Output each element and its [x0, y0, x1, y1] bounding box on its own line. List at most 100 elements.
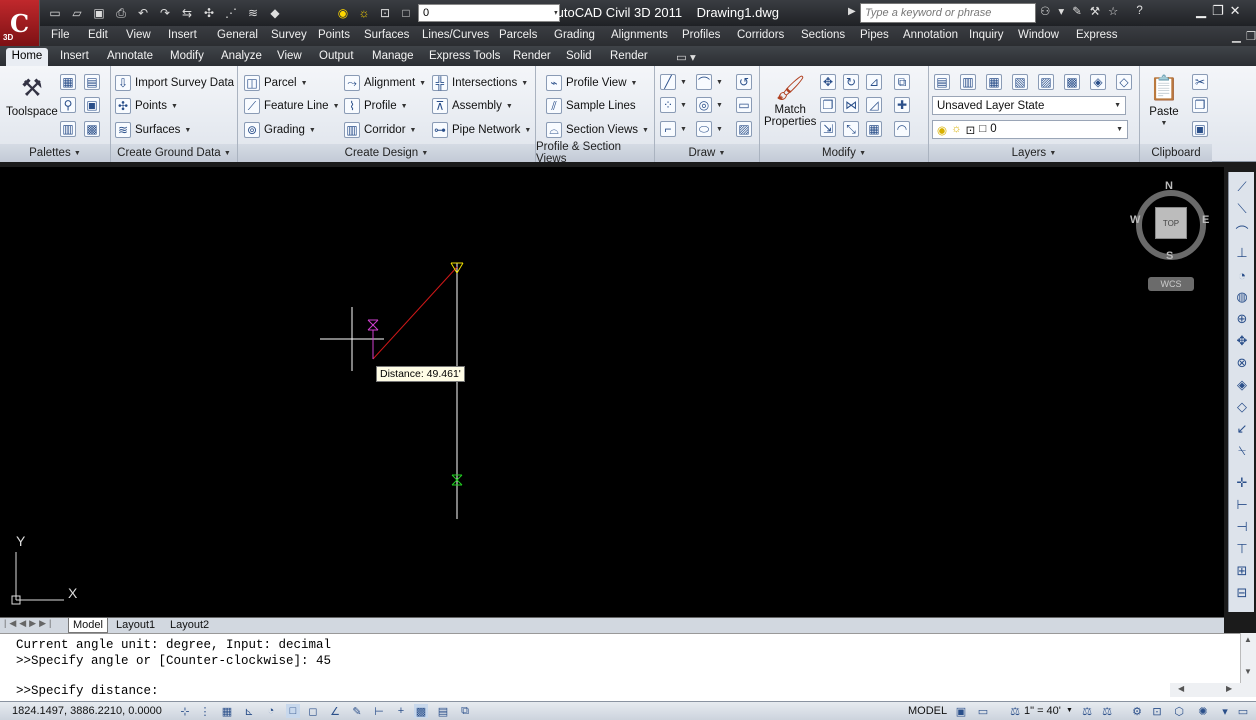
- caret-icon[interactable]: ▾: [1058, 4, 1064, 18]
- tab-layout1[interactable]: Layout1: [112, 618, 159, 633]
- scroll-left-icon[interactable]: ◀: [1178, 684, 1184, 693]
- polar-icon[interactable]: ◔: [264, 704, 278, 718]
- otrack-icon[interactable]: ∠: [328, 704, 342, 718]
- scale-icon[interactable]: ⤡: [843, 121, 859, 137]
- binoculars-icon[interactable]: ⚇: [1040, 4, 1050, 18]
- tab-render-2[interactable]: Render: [610, 48, 648, 66]
- menu-alignments[interactable]: Alignments: [611, 29, 668, 41]
- toolbox-icon[interactable]: ▣: [84, 97, 100, 113]
- color-square-icon[interactable]: □: [397, 4, 415, 22]
- viewcube[interactable]: N S E W TOP WCS: [1128, 180, 1214, 300]
- menu-sections[interactable]: Sections: [801, 29, 845, 41]
- dim-edit-icon[interactable]: ⊞: [1233, 562, 1251, 580]
- transparency-icon[interactable]: ▩: [414, 704, 428, 718]
- steering-wheel-icon[interactable]: ⊕: [1233, 310, 1251, 328]
- panel-modify[interactable]: Modify ▼: [760, 144, 928, 162]
- redo-icon[interactable]: ↷: [156, 4, 174, 22]
- menu-points[interactable]: Points: [318, 29, 350, 41]
- toolspace-button[interactable]: ⚒ Toolspace: [6, 72, 58, 119]
- dyn-icon[interactable]: ⊢: [372, 704, 386, 718]
- 3d-osnap-icon[interactable]: ◻: [306, 704, 320, 718]
- survey-palette-icon[interactable]: ⚲: [60, 97, 76, 113]
- hatch-tool[interactable]: ▨: [736, 121, 752, 137]
- tab-render[interactable]: Render: [513, 48, 551, 66]
- menu-inquiry[interactable]: Inquiry: [969, 29, 1004, 41]
- ducs-icon[interactable]: ✎: [350, 704, 364, 718]
- dimension-icon[interactable]: ⟋: [1233, 178, 1251, 196]
- sample-lines-button[interactable]: ⫽ Sample Lines: [546, 98, 636, 114]
- panel-palettes[interactable]: Palettes ▼: [0, 144, 110, 162]
- menu-restore-icon[interactable]: ❐: [1246, 29, 1256, 43]
- scroll-up-icon[interactable]: ▲: [1244, 635, 1252, 644]
- layer-walk-icon[interactable]: ◈: [1090, 74, 1106, 90]
- menu-file[interactable]: File: [51, 29, 70, 41]
- ortho-icon[interactable]: ⊾: [242, 704, 256, 718]
- tab-nav-arrows-icon[interactable]: |◀◀▶▶|: [4, 618, 54, 629]
- offset-icon[interactable]: ◠: [894, 121, 910, 137]
- import-survey-data-button[interactable]: ⇩ Import Survey Data: [115, 75, 234, 91]
- menu-corridors[interactable]: Corridors: [737, 29, 784, 41]
- quick-view-layouts-icon[interactable]: ▣: [954, 704, 968, 718]
- restore-icon[interactable]: ❐: [1212, 3, 1224, 19]
- menu-grading[interactable]: Grading: [554, 29, 595, 41]
- layer-combo[interactable]: 0 ▼: [418, 4, 560, 22]
- menu-annotation[interactable]: Annotation: [903, 29, 958, 41]
- toolbar-lock-icon[interactable]: ⊡: [1150, 704, 1164, 718]
- rotate-icon[interactable]: ↻: [843, 74, 859, 90]
- tool-palette-icon[interactable]: ▩: [84, 121, 100, 137]
- wcs-menu[interactable]: WCS: [1148, 277, 1194, 291]
- move-icon[interactable]: ✥: [820, 74, 836, 90]
- search-input[interactable]: Type a keyword or phrase: [860, 3, 1036, 23]
- grid-display-icon[interactable]: ⋮: [198, 704, 212, 718]
- tab-manage[interactable]: Manage: [372, 48, 414, 66]
- menu-pipes[interactable]: Pipes: [860, 29, 889, 41]
- parcel-button[interactable]: ◫ Parcel ▼: [244, 75, 308, 91]
- mirror-icon[interactable]: ⋈: [843, 97, 859, 113]
- minimize-icon[interactable]: ▁: [1196, 3, 1206, 19]
- layer-combo-ribbon[interactable]: ◉ ☼ ⊡ □ 0 ▼: [932, 120, 1128, 139]
- coordinates-readout[interactable]: 1824.1497, 3886.2210, 0.0000: [12, 705, 162, 717]
- status-menu-icon[interactable]: ▾: [1218, 704, 1232, 718]
- hardware-acceleration-icon[interactable]: ⬡: [1172, 704, 1186, 718]
- chevron-down-icon[interactable]: ▼: [1066, 707, 1073, 714]
- scroll-down-icon[interactable]: ▼: [1244, 667, 1252, 676]
- command-line[interactable]: Current angle unit: degree, Input: decim…: [0, 633, 1256, 701]
- pan-icon[interactable]: ✥: [1233, 332, 1251, 350]
- menu-general[interactable]: General: [217, 29, 258, 41]
- panel-create-design[interactable]: Create Design ▼: [238, 144, 535, 162]
- prospector-icon[interactable]: ▦: [60, 74, 76, 90]
- profile-view-button[interactable]: ⌁ Profile View ▼: [546, 75, 637, 91]
- command-scrollbar[interactable]: ▲ ▼: [1240, 633, 1256, 683]
- dim-style-icon[interactable]: ⊟: [1233, 584, 1251, 602]
- tab-express-tools[interactable]: Express Tools: [429, 48, 500, 66]
- compass-n[interactable]: N: [1165, 180, 1173, 192]
- panel-clipboard[interactable]: Clipboard: [1140, 144, 1212, 162]
- wrench-icon[interactable]: ✎: [1072, 4, 1082, 18]
- baseline-icon[interactable]: ⊢: [1233, 496, 1251, 514]
- radius-icon[interactable]: ◔: [1233, 266, 1251, 284]
- tab-insert[interactable]: Insert: [60, 48, 89, 66]
- pipe-network-button[interactable]: ⊶ Pipe Network ▼: [432, 122, 531, 138]
- feature-line-button[interactable]: ⟋ Feature Line ▼: [244, 98, 340, 114]
- tab-solid[interactable]: Solid: [566, 48, 592, 66]
- panel-profile-section-views[interactable]: Profile & Section Views: [536, 141, 654, 165]
- lwt-icon[interactable]: +: [394, 704, 408, 718]
- circle-tool[interactable]: ◎ ▼: [696, 97, 723, 113]
- layer-properties-icon[interactable]: ▤: [934, 74, 950, 90]
- properties-icon[interactable]: ▥: [60, 121, 76, 137]
- fillet-icon[interactable]: ◿: [866, 97, 882, 113]
- trim-icon[interactable]: ⊿: [866, 74, 882, 90]
- showmotion-icon[interactable]: ◇: [1233, 398, 1251, 416]
- quick-properties-icon[interactable]: ▤: [436, 704, 450, 718]
- ellipse-tool[interactable]: ⬭ ▼: [696, 121, 723, 137]
- new-icon[interactable]: ▭: [46, 4, 64, 22]
- surfaces-button[interactable]: ≋ Surfaces ▼: [115, 122, 191, 138]
- compass-s[interactable]: S: [1166, 250, 1173, 262]
- surface-icon[interactable]: ≋: [244, 4, 262, 22]
- profile-button[interactable]: ⌇ Profile ▼: [344, 98, 408, 114]
- panel-draw[interactable]: Draw ▼: [655, 144, 759, 162]
- workspace-icon[interactable]: ⚙: [1130, 704, 1144, 718]
- tab-model[interactable]: Model: [68, 618, 108, 633]
- orbit-icon[interactable]: ◈: [1233, 376, 1251, 394]
- isolate-objects-icon[interactable]: ✺: [1196, 704, 1210, 718]
